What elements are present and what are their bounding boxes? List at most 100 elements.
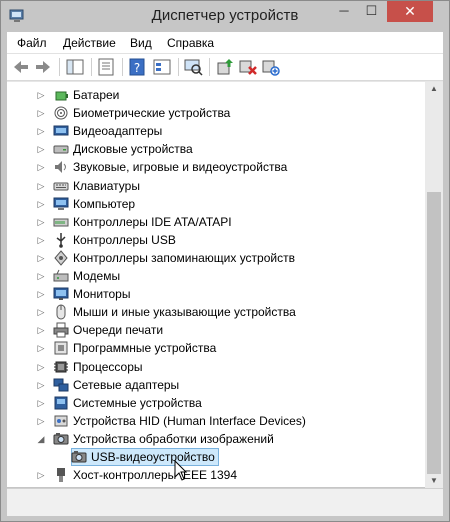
- mouse-cursor-icon: [174, 460, 188, 481]
- tree-item-label: Процессоры: [73, 359, 143, 374]
- back-arrow-icon[interactable]: [11, 57, 31, 77]
- expand-arrow-icon[interactable]: ▷: [36, 198, 46, 210]
- tree-item-label: Клавиатуры: [73, 178, 140, 193]
- disk-drive-icon: [53, 145, 69, 154]
- tree-item-label: Дисковые устройства: [73, 142, 193, 157]
- device-manager-window: Диспетчер устройств ─ ☐ ✕ Файл Действие …: [0, 0, 450, 522]
- expand-arrow-icon[interactable]: ▷: [36, 306, 46, 318]
- tree-item-label: Компьютер: [73, 196, 136, 211]
- device-tree[interactable]: ▷ Батареи ▷ Биометрические устройства ▷ Видео…: [7, 82, 425, 488]
- expand-arrow-icon[interactable]: ▷: [36, 324, 46, 336]
- toolbar-separator: [91, 58, 92, 76]
- forward-arrow-icon[interactable]: [33, 57, 53, 77]
- expand-arrow-icon[interactable]: ▷: [36, 379, 46, 391]
- tree-category-item[interactable]: ▷ Звуковые, игровые и видеоустройства: [7, 158, 425, 176]
- scroll-down-arrow-icon[interactable]: ▼: [429, 476, 439, 486]
- expand-arrow-icon[interactable]: ▷: [36, 161, 46, 173]
- update-driver-icon[interactable]: [215, 57, 235, 77]
- tree-item-label: Устройства HID (Human Interface Devices): [73, 413, 306, 428]
- scan-monitor-icon[interactable]: [183, 57, 203, 77]
- tree-category-item[interactable]: ▷ Программные устройства: [7, 339, 425, 357]
- tree-item-label: Контроллеры IDE ATA/ATAPI: [73, 214, 232, 229]
- display-adapter-icon: [53, 125, 69, 136]
- tree-category-item[interactable]: ▷ Биометрические устройства: [7, 104, 425, 122]
- network-adapter-icon: [53, 378, 69, 392]
- tree-category-item[interactable]: ▷ Мыши и иные указывающие устройства: [7, 303, 425, 321]
- svg-text:?: ?: [134, 61, 140, 75]
- title-bar[interactable]: Диспетчер устройств ─ ☐ ✕: [1, 1, 449, 31]
- battery-icon: [55, 91, 68, 101]
- monitor-icon: [53, 287, 69, 301]
- properties-icon[interactable]: [96, 57, 116, 77]
- uninstall-icon[interactable]: [238, 57, 258, 77]
- camera-icon: [71, 451, 87, 463]
- expand-arrow-icon[interactable]: ▷: [36, 397, 46, 409]
- scan-hardware-icon[interactable]: [261, 57, 281, 77]
- tree-item-label: Биометрические устройства: [73, 106, 231, 121]
- expand-arrow-icon[interactable]: ▷: [36, 342, 46, 354]
- expand-arrow-icon[interactable]: ▷: [36, 469, 46, 481]
- expand-arrow-icon[interactable]: ▷: [36, 234, 46, 246]
- tree-category-item[interactable]: ▷ Системные устройства: [7, 394, 425, 412]
- minimize-button[interactable]: ─: [330, 1, 358, 22]
- expand-arrow-icon[interactable]: ▷: [36, 107, 46, 119]
- tree-item-label: Сетевые адаптеры: [73, 377, 180, 392]
- tree-category-item[interactable]: ▷ Контроллеры IDE ATA/ATAPI: [7, 213, 425, 231]
- tree-category-item[interactable]: ▷ Модемы: [7, 267, 425, 285]
- printer-icon: [53, 322, 69, 338]
- menu-help[interactable]: Справка: [167, 36, 214, 50]
- collapse-arrow-icon[interactable]: ◢: [36, 433, 46, 445]
- expand-arrow-icon[interactable]: ▷: [36, 415, 46, 427]
- expand-arrow-icon[interactable]: ▷: [36, 125, 46, 137]
- computer-icon: [53, 197, 69, 210]
- tree-category-item[interactable]: ▷ Компьютер: [7, 195, 425, 213]
- tree-category-item[interactable]: ▷ Контроллеры USB: [7, 231, 425, 249]
- tree-category-item[interactable]: ▷ Батареи: [7, 86, 425, 104]
- tree-item-label: Хост-контроллеры IEEE 1394: [73, 468, 237, 483]
- firewire-icon: [57, 468, 65, 483]
- tree-category-item[interactable]: ▷ Дисковые устройства: [7, 140, 425, 158]
- expand-arrow-icon[interactable]: ▷: [36, 361, 46, 373]
- tree-category-item[interactable]: ▷ Хост-контроллеры IEEE 1394: [7, 466, 425, 484]
- tree-category-item[interactable]: ▷ Видеоадаптеры: [7, 122, 425, 140]
- tree-category-item[interactable]: ▷ Сетевые адаптеры: [7, 376, 425, 394]
- toolbar-separator: [178, 58, 179, 76]
- expand-arrow-icon[interactable]: ▷: [36, 270, 46, 282]
- maximize-button[interactable]: ☐: [358, 1, 385, 22]
- show-hide-console-tree-icon[interactable]: [65, 57, 85, 77]
- help-icon[interactable]: ?: [127, 57, 147, 77]
- tree-item-label: Мыши и иные указывающие устройства: [73, 305, 296, 320]
- vertical-scrollbar[interactable]: ▲ ▼: [425, 82, 443, 488]
- tree-category-item[interactable]: ▷ Устройства HID (Human Interface Devices…: [7, 412, 425, 430]
- tree-category-item[interactable]: ▷ Очереди печати: [7, 321, 425, 339]
- tree-item-label: Мониторы: [73, 287, 131, 302]
- menu-action[interactable]: Действие: [63, 36, 116, 50]
- speaker-icon: [55, 161, 66, 174]
- tree-item-label: Устройства обработки изображений: [73, 431, 274, 446]
- tree-item-label: Программные устройства: [73, 341, 217, 356]
- expand-arrow-icon[interactable]: ▷: [36, 143, 46, 155]
- fingerprint-icon: [54, 106, 68, 120]
- close-button[interactable]: ✕: [387, 1, 433, 22]
- expand-arrow-icon[interactable]: ▷: [36, 180, 46, 192]
- tree-item-label: Очереди печати: [73, 323, 164, 338]
- tree-item-label: Звуковые, игровые и видеоустройства: [73, 160, 288, 175]
- tree-item-label: Системные устройства: [73, 395, 202, 410]
- expand-arrow-icon[interactable]: ▷: [36, 288, 46, 300]
- status-bar: [7, 488, 443, 516]
- tree-child-item[interactable]: USB-видеоустройство: [7, 448, 425, 466]
- scrollbar-thumb[interactable]: [427, 192, 441, 474]
- tree-category-item[interactable]: ◢ Устройства обработки изображений: [7, 430, 425, 448]
- menu-file[interactable]: Файл: [17, 36, 47, 50]
- scroll-up-arrow-icon[interactable]: ▲: [429, 84, 439, 94]
- tree-category-item[interactable]: ▷ Мониторы: [7, 285, 425, 303]
- tree-category-item[interactable]: ▷ Клавиатуры: [7, 177, 425, 195]
- expand-arrow-icon[interactable]: ▷: [36, 252, 46, 264]
- tree-category-item[interactable]: ▷ Контроллеры запоминающих устройств: [7, 249, 425, 267]
- expand-arrow-icon[interactable]: ▷: [36, 89, 46, 101]
- menu-view[interactable]: Вид: [130, 36, 152, 50]
- tree-category-item[interactable]: ▷ Процессоры: [7, 358, 425, 376]
- expand-arrow-icon[interactable]: ▷: [36, 216, 46, 228]
- console-tree-icon[interactable]: [152, 57, 172, 77]
- processor-icon: [54, 361, 68, 372]
